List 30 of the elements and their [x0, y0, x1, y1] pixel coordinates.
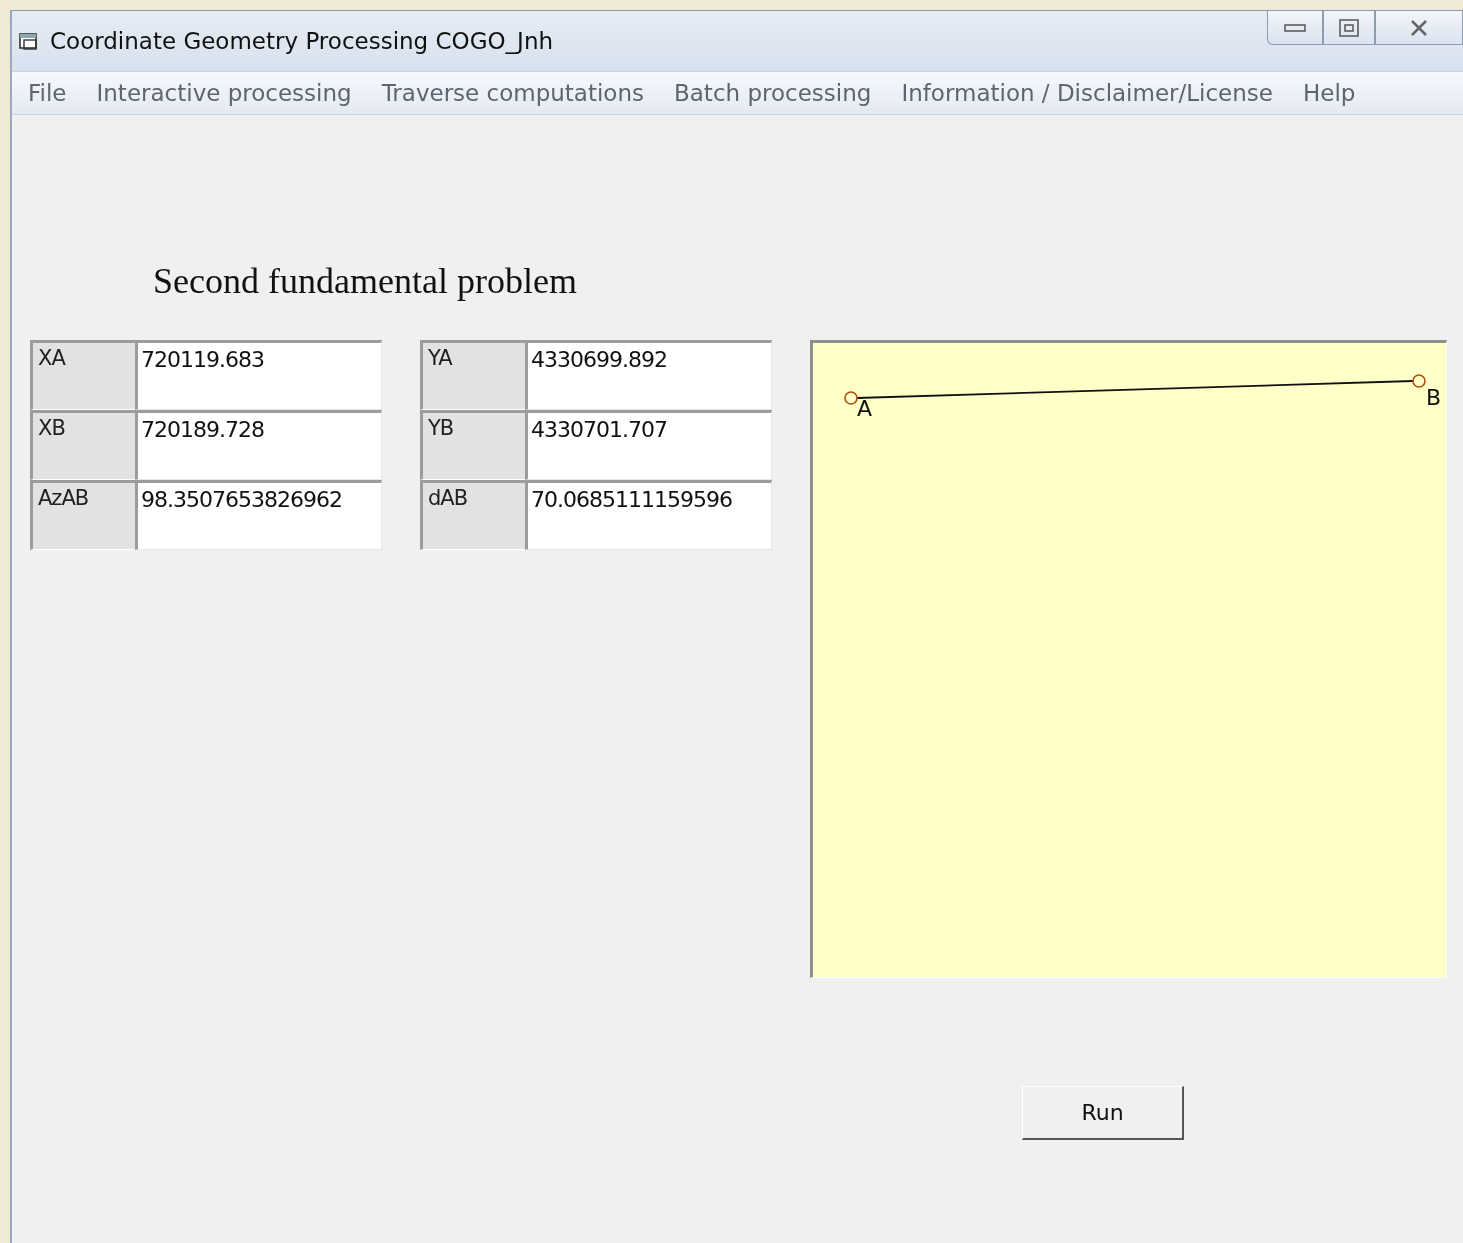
close-icon — [1409, 18, 1429, 37]
value-field[interactable]: 720119.683 — [135, 340, 382, 410]
menu-item[interactable]: Interactive processing — [96, 80, 352, 106]
row-label: AzAB — [30, 480, 135, 550]
menu-item[interactable]: Batch processing — [674, 80, 872, 106]
row-label: XB — [30, 410, 135, 480]
close-button[interactable] — [1375, 11, 1463, 45]
value-field[interactable]: 4330701.707 — [525, 410, 772, 480]
value-field[interactable]: 4330699.892 — [525, 340, 772, 410]
minimize-icon — [1284, 22, 1306, 33]
row-label: dAB — [420, 480, 525, 550]
row-label: YA — [420, 340, 525, 410]
menu-item[interactable]: Help — [1303, 80, 1356, 106]
minimize-button[interactable] — [1267, 11, 1323, 45]
menu-item[interactable]: File — [28, 80, 67, 106]
value-field[interactable]: 720189.728 — [135, 410, 382, 480]
maximize-icon — [1339, 18, 1359, 37]
run-button[interactable]: Run — [1022, 1086, 1184, 1140]
value-field[interactable]: 70.0685111159596 — [525, 480, 772, 550]
page-heading: Second fundamental problem — [153, 260, 578, 302]
row-label: XA — [30, 340, 135, 410]
menu-item[interactable]: Traverse computations — [381, 80, 644, 106]
maximize-button[interactable] — [1323, 11, 1375, 45]
point-label: B — [1426, 385, 1442, 410]
window-icon — [18, 31, 40, 51]
point-label: A — [857, 396, 873, 421]
value-field[interactable]: 98.3507653826962 — [135, 480, 382, 550]
menu-item[interactable]: Information / Disclaimer/License — [901, 80, 1273, 106]
window-title: Coordinate Geometry Processing COGO_Jnh — [50, 28, 554, 54]
row-label: YB — [420, 410, 525, 480]
